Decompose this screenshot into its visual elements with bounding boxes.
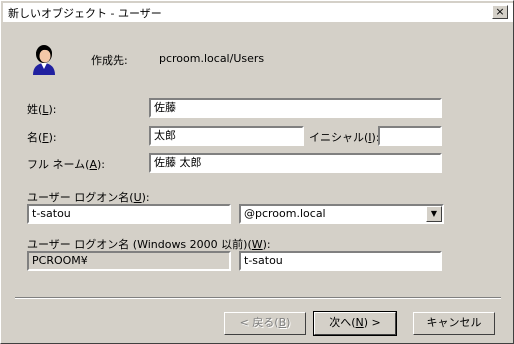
logon-pre2000-field[interactable]: t-satou [239,251,442,271]
next-button[interactable]: 次へ(N) > [313,311,397,336]
domain-dropdown[interactable]: @pcroom.local ▼ [239,204,444,224]
last-name-field[interactable]: 佐藤 [149,98,442,118]
last-name-label: 姓(L): [27,103,57,116]
chevron-down-icon[interactable]: ▼ [426,206,442,222]
close-button[interactable]: × [492,5,508,19]
title-bar: 新しいオブジェクト - ユーザー × [3,3,513,22]
logon-name-label: ユーザー ログオン名(U): [27,191,150,204]
full-name-label: フル ネーム(A): [27,158,105,171]
netbios-domain-field: PCROOM¥ [27,251,231,271]
initials-label: イニシャル(I): [309,131,380,144]
domain-dropdown-value: @pcroom.local [244,207,326,220]
new-user-dialog: 新しいオブジェクト - ユーザー × 作成先: pcroom.local/Use… [0,0,514,344]
created-in-label: 作成先: [91,54,128,67]
logon-pre2000-label: ユーザー ログオン名 (Windows 2000 以前)(W): [27,238,271,251]
initials-field[interactable] [378,126,442,146]
created-in-value: pcroom.local/Users [159,52,265,65]
cancel-button[interactable]: キャンセル [413,312,495,335]
window-title: 新しいオブジェクト - ユーザー [8,7,162,20]
back-button: < 戻る(B) [224,312,306,335]
separator [15,297,501,299]
full-name-field[interactable]: 佐藤 太郎 [149,153,442,173]
first-name-label: 名(F): [27,131,57,144]
logon-name-field[interactable]: t-satou [27,204,231,224]
close-icon: × [495,5,505,18]
user-avatar-icon [33,45,55,75]
first-name-field[interactable]: 太郎 [149,126,304,146]
